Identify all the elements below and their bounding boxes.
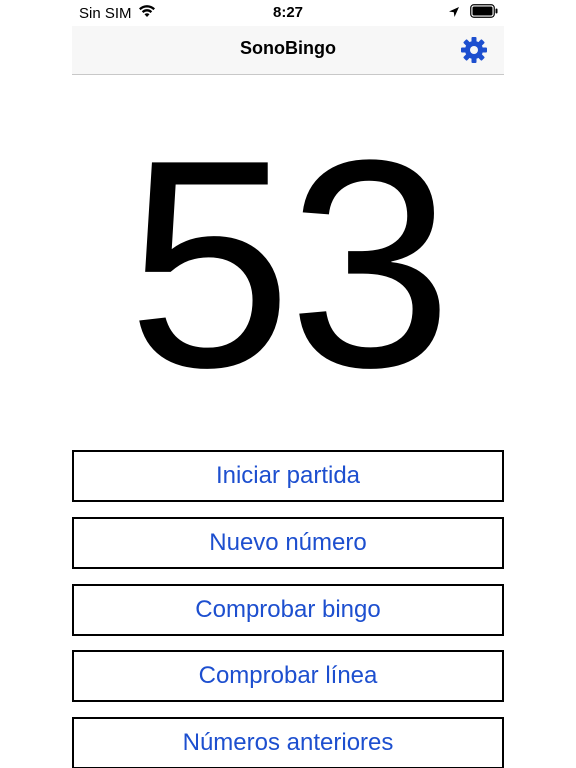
new-number-button[interactable]: Nuevo número: [72, 517, 504, 569]
settings-button[interactable]: [460, 36, 488, 64]
battery-icon: [470, 4, 498, 22]
start-game-button[interactable]: Iniciar partida: [72, 450, 504, 502]
location-arrow-icon: [448, 5, 460, 22]
app-screen: Sin SIM 8:27 SonoBingo 53 Iniciar partid…: [0, 0, 576, 768]
current-number: 53: [127, 98, 452, 429]
status-right: [448, 4, 498, 22]
nav-title: SonoBingo: [240, 38, 336, 58]
check-bingo-button[interactable]: Comprobar bingo: [72, 584, 504, 636]
status-bar: Sin SIM 8:27: [0, 0, 576, 26]
navigation-bar: SonoBingo: [72, 26, 504, 75]
check-line-button[interactable]: Comprobar línea: [72, 650, 504, 702]
gear-icon: [461, 37, 487, 63]
previous-numbers-button[interactable]: Números anteriores: [72, 717, 504, 768]
